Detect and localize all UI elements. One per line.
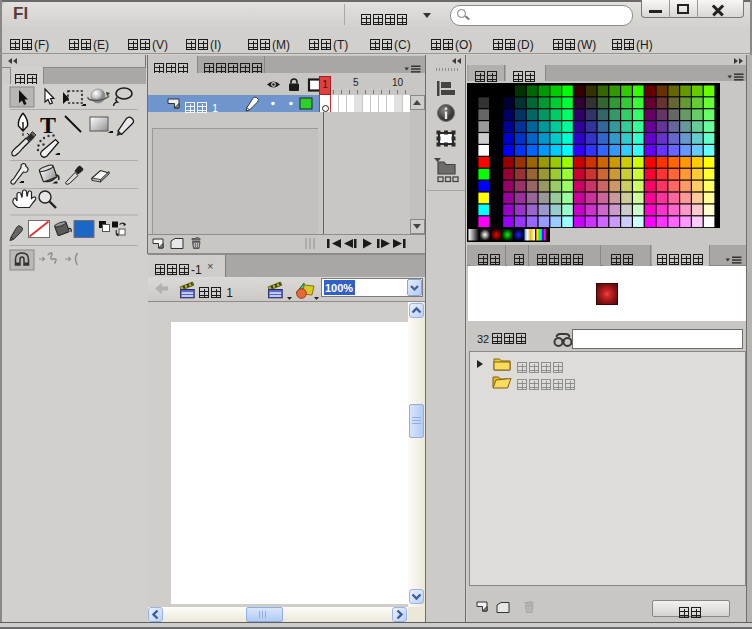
svg-text:T: T xyxy=(40,112,56,138)
